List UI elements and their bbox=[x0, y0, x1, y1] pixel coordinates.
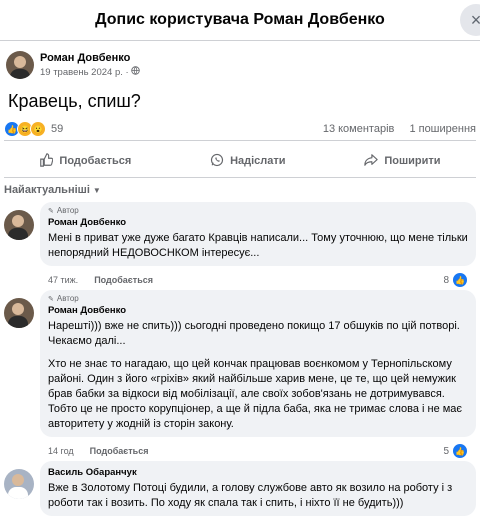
comment: Василь Обаранчук Вже в Золотому Потоці б… bbox=[0, 461, 480, 516]
post-actions: Подобається Надіслати Поширити bbox=[0, 145, 480, 177]
meta-separator: · bbox=[125, 67, 129, 78]
avatar[interactable] bbox=[4, 469, 34, 499]
whatsapp-icon bbox=[210, 153, 224, 170]
author-badge-label: Автор bbox=[56, 206, 79, 215]
comment-meta: 47 тиж. Подобається 8 👍 bbox=[40, 266, 476, 290]
post-text: Кравець, спиш? bbox=[8, 91, 141, 111]
wow-reaction-icon: 😮 bbox=[30, 121, 46, 137]
close-button[interactable]: × bbox=[460, 4, 480, 36]
dialog-title: Допис користувача Роман Довбенко bbox=[95, 11, 385, 28]
comment-bubble: ✎ Автор Роман Довбенко Нарешті))) вже не… bbox=[40, 290, 476, 437]
post-header: Роман Довбенко 19 травень 2024 р. · bbox=[0, 41, 480, 79]
share-button[interactable]: Поширити bbox=[364, 153, 441, 170]
post-stats: 👍 😆 😮 59 13 коментарів 1 поширення bbox=[0, 112, 480, 140]
chevron-down-icon: ▼ bbox=[92, 185, 101, 195]
comment-time[interactable]: 47 тиж. bbox=[48, 275, 78, 285]
comment-meta: 14 год Подобається 5 👍 bbox=[40, 437, 476, 461]
comment: ✎ Автор Роман Довбенко Мені в приват уже… bbox=[0, 202, 480, 290]
comment: ✎ Автор Роман Довбенко Нарешті))) вже не… bbox=[0, 290, 480, 461]
send-button[interactable]: Надіслати bbox=[210, 153, 286, 170]
comment-reaction-count: 8 bbox=[443, 274, 449, 286]
reaction-count: 59 bbox=[51, 123, 64, 135]
actions-divider-top bbox=[4, 140, 476, 141]
dialog-header: Допис користувача Роман Довбенко × bbox=[0, 0, 480, 40]
avatar[interactable] bbox=[6, 51, 34, 79]
reactions-summary[interactable]: 👍 😆 😮 59 bbox=[4, 121, 63, 137]
send-label: Надіслати bbox=[230, 155, 286, 167]
comment-text: Вже в Золотому Потоці будили, а голову с… bbox=[48, 481, 468, 511]
comment-paragraph: Вже в Золотому Потоці будили, а голову с… bbox=[48, 482, 453, 509]
post-meta: 19 травень 2024 р. · bbox=[40, 66, 141, 78]
close-icon: × bbox=[470, 9, 480, 30]
comment-bubble: Василь Обаранчук Вже в Золотому Потоці б… bbox=[40, 461, 476, 516]
comment-text: Мені в приват уже дуже багато Кравців на… bbox=[48, 231, 468, 261]
comments-count[interactable]: 13 коментарів bbox=[323, 123, 395, 135]
avatar[interactable] bbox=[4, 210, 34, 240]
comment-reactions[interactable]: 8 👍 bbox=[443, 272, 468, 288]
pen-icon: ✎ bbox=[48, 295, 54, 303]
comment-author[interactable]: Василь Обаранчук bbox=[48, 467, 468, 478]
author-badge-label: Автор bbox=[56, 294, 79, 303]
comment-time[interactable]: 14 год bbox=[48, 446, 74, 456]
like-reaction-icon: 👍 bbox=[452, 443, 468, 459]
like-reaction-icon: 👍 bbox=[452, 272, 468, 288]
comment-bubble: ✎ Автор Роман Довбенко Мені в приват уже… bbox=[40, 202, 476, 266]
comment-like-button[interactable]: Подобається bbox=[90, 446, 149, 456]
comment-paragraph: Нарешті))) вже не спить))) сьогодні пров… bbox=[48, 320, 460, 347]
share-icon bbox=[364, 153, 379, 170]
comment-sort-dropdown[interactable]: Найактуальніші ▼ bbox=[0, 178, 480, 202]
shares-count[interactable]: 1 поширення bbox=[409, 123, 476, 135]
like-button[interactable]: Подобається bbox=[39, 152, 132, 170]
author-badge: ✎ Автор bbox=[48, 294, 468, 303]
sort-label: Найактуальніші bbox=[4, 184, 90, 196]
globe-icon bbox=[131, 66, 141, 78]
post-author[interactable]: Роман Довбенко bbox=[40, 52, 140, 64]
comment-reactions[interactable]: 5 👍 bbox=[443, 443, 468, 459]
comment-reaction-count: 5 bbox=[443, 445, 449, 457]
comment-paragraph: Хто не знає то нагадаю, що цей кончак пр… bbox=[48, 358, 463, 430]
comment-author[interactable]: Роман Довбенко bbox=[48, 305, 468, 316]
comment-author[interactable]: Роман Довбенко bbox=[48, 217, 468, 228]
thumbs-up-icon bbox=[39, 152, 54, 170]
comment-paragraph: Мені в приват уже дуже багато Кравців на… bbox=[48, 232, 468, 259]
avatar[interactable] bbox=[4, 298, 34, 328]
like-label: Подобається bbox=[59, 155, 132, 167]
pen-icon: ✎ bbox=[48, 207, 54, 215]
share-label: Поширити bbox=[384, 155, 441, 167]
comment-like-button[interactable]: Подобається bbox=[94, 275, 153, 285]
comment-text: Нарешті))) вже не спить))) сьогодні пров… bbox=[48, 319, 468, 432]
post-date[interactable]: 19 травень 2024 р. bbox=[40, 67, 123, 78]
author-badge: ✎ Автор bbox=[48, 206, 468, 215]
